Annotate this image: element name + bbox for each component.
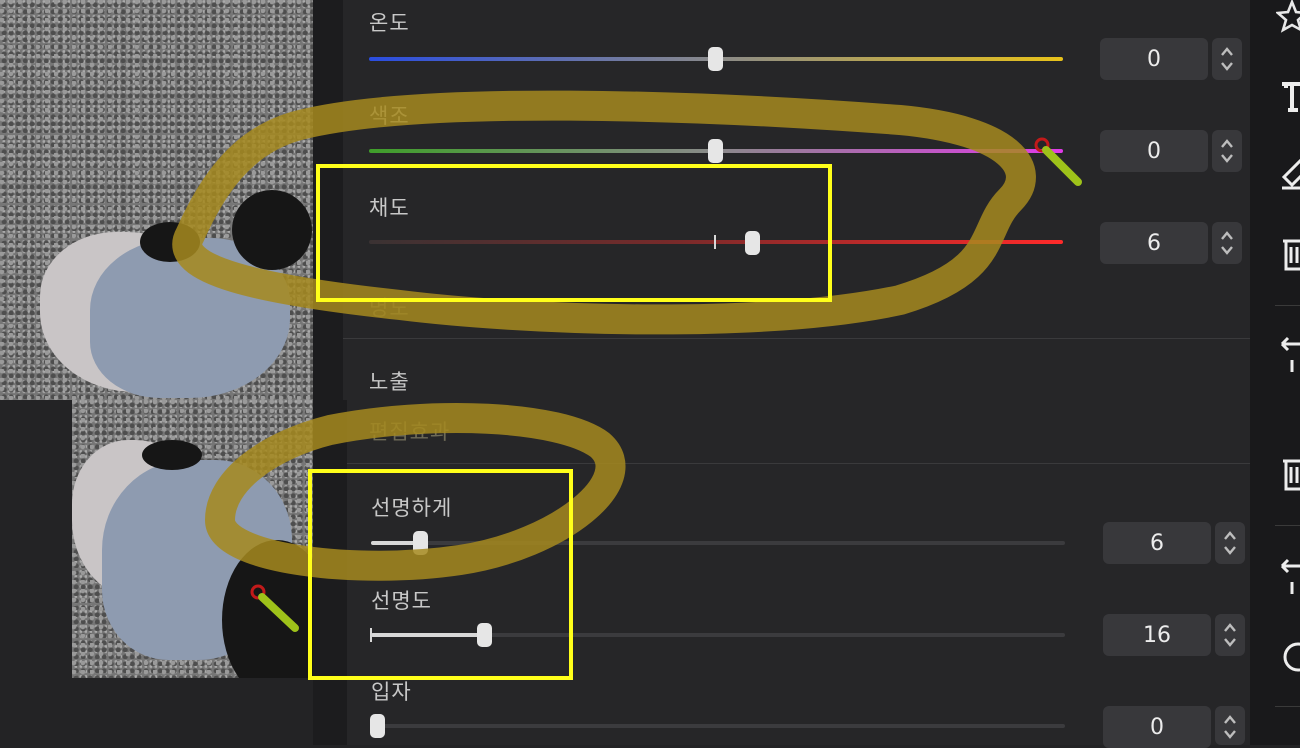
clarity-value[interactable]: 16 — [1103, 614, 1211, 656]
stepper-arrows-icon — [1221, 231, 1233, 255]
shape-icon[interactable] — [1280, 640, 1300, 674]
text-icon[interactable] — [1282, 80, 1300, 112]
trash-icon[interactable] — [1283, 455, 1300, 495]
temperature-value[interactable]: 0 — [1100, 38, 1208, 80]
temperature-thumb[interactable] — [708, 47, 723, 71]
grain-thumb[interactable] — [370, 714, 385, 738]
toolbar-separator — [1275, 525, 1300, 526]
photo-preview-top — [0, 0, 313, 400]
section-effects[interactable]: 편집효과 — [369, 416, 450, 446]
section-divider — [343, 338, 1250, 339]
empty-backdrop — [0, 460, 72, 745]
eraser-icon[interactable] — [1280, 155, 1300, 191]
toolbar-separator — [1275, 706, 1300, 707]
saturation-stepper[interactable] — [1212, 222, 1242, 264]
section-exposure[interactable]: 노출 — [369, 366, 410, 396]
section-divider — [347, 463, 1254, 464]
tint-thumb[interactable] — [708, 139, 723, 163]
stepper-arrows-icon — [1224, 715, 1236, 739]
photo-frame-bottom — [72, 678, 313, 745]
star-icon[interactable] — [1274, 0, 1300, 36]
undo-icon[interactable] — [1280, 330, 1300, 374]
tint-stepper[interactable] — [1212, 130, 1242, 172]
stepper-arrows-icon — [1221, 47, 1233, 71]
slider-label-temperature: 온도 — [369, 11, 410, 35]
clarity-stepper[interactable] — [1215, 614, 1245, 656]
stepper-arrows-icon — [1224, 531, 1236, 555]
toolbar-separator — [1275, 305, 1300, 306]
slider-label-grain: 입자 — [371, 680, 412, 704]
grain-value[interactable]: 0 — [1103, 706, 1211, 748]
sharpen-stepper[interactable] — [1215, 522, 1245, 564]
highlight-box-saturation — [316, 164, 832, 302]
undo-icon[interactable] — [1280, 552, 1300, 596]
slider-label-tint: 색조 — [369, 104, 410, 128]
grain-track[interactable] — [371, 724, 1065, 728]
sharpen-value[interactable]: 6 — [1103, 522, 1211, 564]
highlight-box-sharpen-clarity — [308, 469, 573, 680]
saturation-value[interactable]: 6 — [1100, 222, 1208, 264]
photo-preview-bottom — [72, 400, 313, 678]
grain-stepper[interactable] — [1215, 706, 1245, 745]
temperature-stepper[interactable] — [1212, 38, 1242, 80]
trash-icon[interactable] — [1283, 235, 1300, 275]
stepper-arrows-icon — [1221, 139, 1233, 163]
tint-value[interactable]: 0 — [1100, 130, 1208, 172]
stepper-arrows-icon — [1224, 623, 1236, 647]
